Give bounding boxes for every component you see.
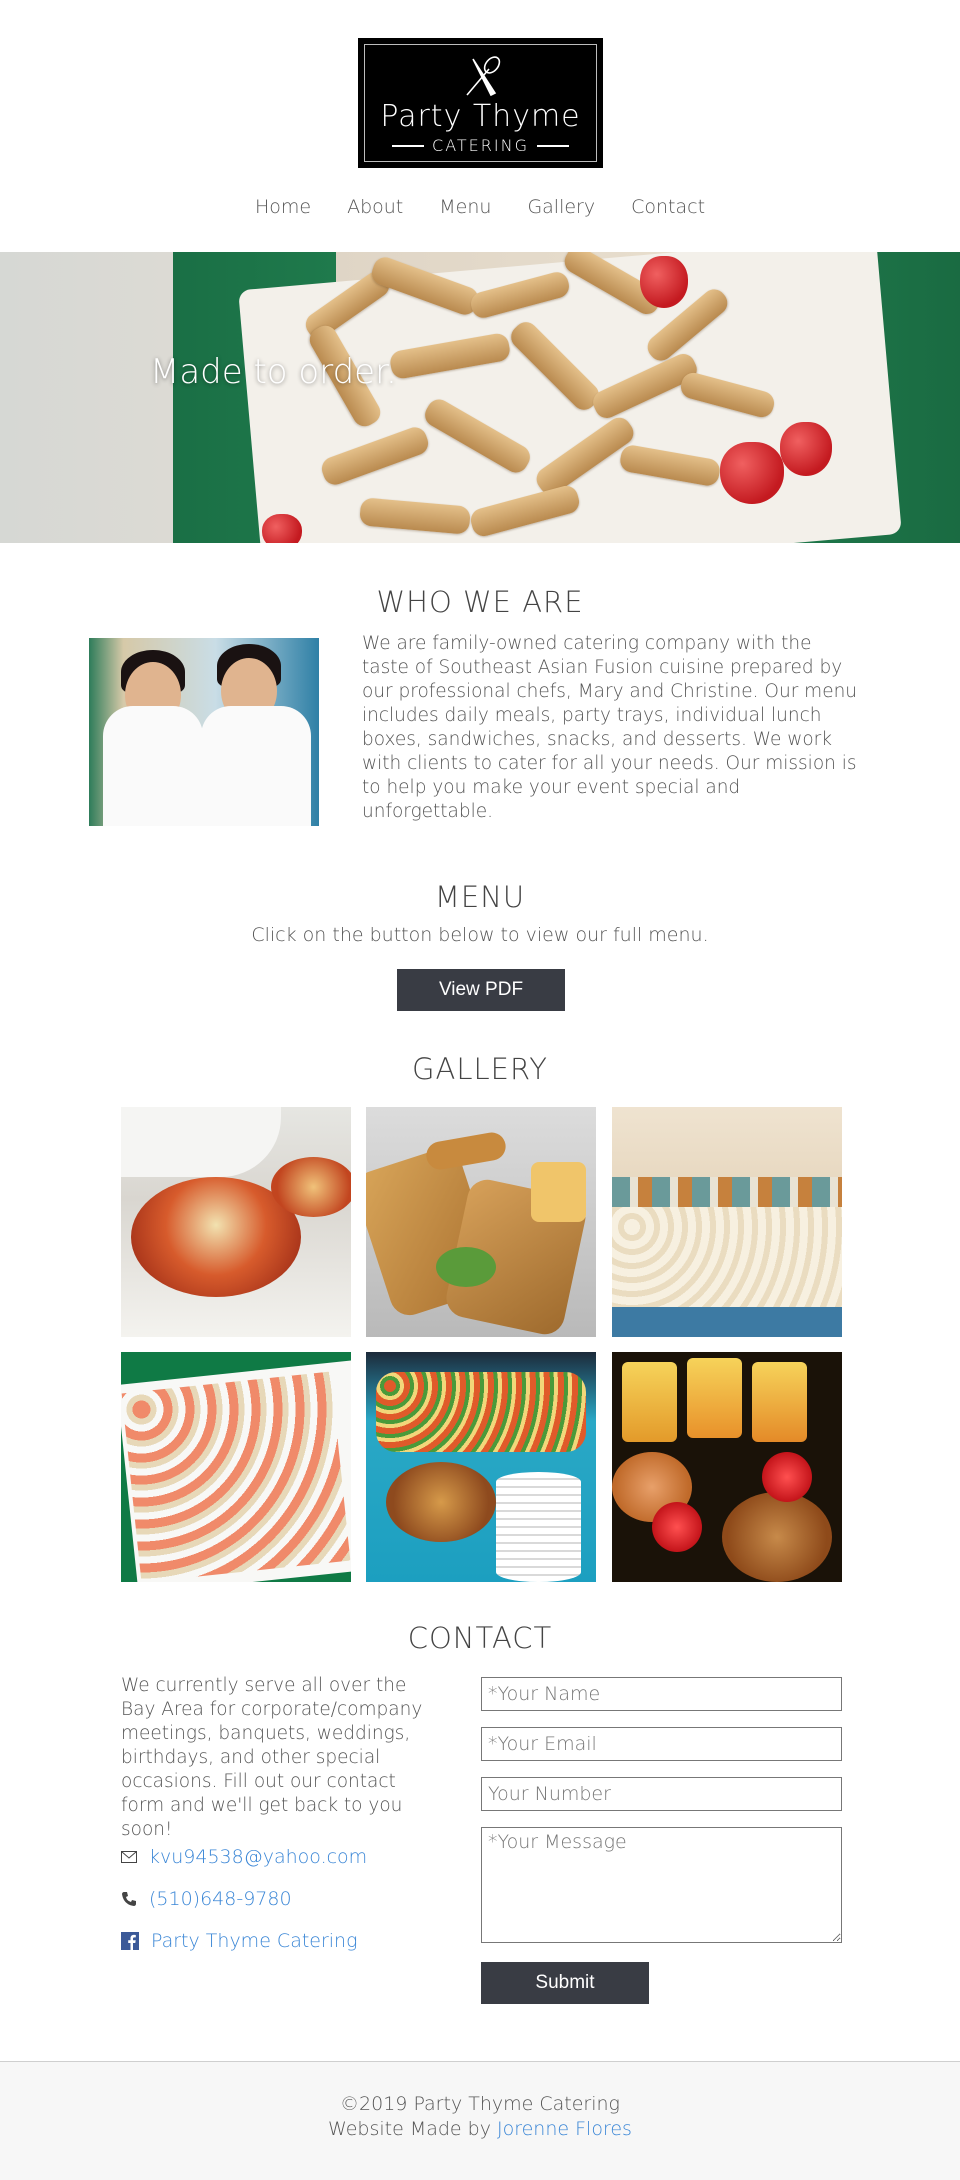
strawberry xyxy=(640,256,688,308)
contact-heading: CONTACT xyxy=(407,1621,553,1655)
menu-subtitle: Click on the button below to view our fu… xyxy=(251,924,709,946)
envelope-icon xyxy=(121,1851,137,1863)
gallery-image-party-spread[interactable] xyxy=(366,1352,596,1582)
view-pdf-button[interactable]: View PDF xyxy=(397,969,565,1011)
chefs-photo xyxy=(89,638,319,826)
gallery-image-sandwich[interactable] xyxy=(366,1107,596,1337)
who-heading: WHO WE ARE xyxy=(376,585,584,619)
message-field[interactable] xyxy=(481,1827,842,1943)
footer-credit: Website Made by Jorenne Flores xyxy=(0,2118,960,2140)
gallery-image-salmon-bites[interactable] xyxy=(121,1352,351,1582)
chef-jacket xyxy=(201,706,311,826)
nav-contact[interactable]: Contact xyxy=(631,196,705,218)
contact-phone-row: (510)648-9780 xyxy=(121,1888,292,1910)
nav-gallery[interactable]: Gallery xyxy=(527,196,595,218)
contact-phone-link[interactable]: (510)648-9780 xyxy=(149,1888,292,1910)
logo-title: Party Thyme xyxy=(380,99,581,134)
facebook-icon xyxy=(121,1932,139,1950)
footer-credit-prefix: Website Made by xyxy=(328,2118,497,2140)
logo-line-left xyxy=(392,144,425,147)
logo-line-right xyxy=(536,144,569,147)
phone-icon xyxy=(122,1892,136,1906)
menu-heading: MENU xyxy=(434,880,526,914)
chef-jacket xyxy=(103,706,203,826)
logo-subtitle: CATERING xyxy=(432,136,529,155)
site-logo[interactable]: Party Thyme CATERING xyxy=(358,38,603,168)
number-field[interactable] xyxy=(481,1777,842,1811)
gallery-heading: GALLERY xyxy=(412,1052,548,1086)
name-field[interactable] xyxy=(481,1677,842,1711)
contact-facebook-link[interactable]: Party Thyme Catering xyxy=(151,1930,358,1952)
contact-body: We currently serve all over the Bay Area… xyxy=(121,1675,423,1840)
gallery-image-desserts[interactable] xyxy=(612,1352,842,1582)
who-body: We are family-owned catering company wit… xyxy=(362,633,858,822)
contact-email-row: kvu94538@yahoo.com xyxy=(121,1846,367,1868)
email-field[interactable] xyxy=(481,1727,842,1761)
strawberry xyxy=(262,514,302,543)
hero-banner: Made to order. xyxy=(0,252,960,543)
contact-facebook-row: Party Thyme Catering xyxy=(121,1930,358,1952)
main-nav: Home About Menu Gallery Contact xyxy=(0,196,960,218)
footer-copyright: ©2019 Party Thyme Catering xyxy=(340,2093,620,2115)
strawberry xyxy=(780,422,832,476)
nav-about[interactable]: About xyxy=(347,196,403,218)
gallery-image-seafood[interactable] xyxy=(121,1107,351,1337)
gallery-image-buffet-table[interactable] xyxy=(612,1107,842,1337)
page: Party Thyme CATERING Home About Menu Gal… xyxy=(0,0,960,2180)
whisk-knife-icon xyxy=(465,56,500,97)
nav-menu[interactable]: Menu xyxy=(439,196,491,218)
author-link[interactable]: Jorenne Flores xyxy=(497,2118,632,2140)
strawberry xyxy=(720,442,784,504)
nav-home[interactable]: Home xyxy=(255,196,311,218)
contact-email-link[interactable]: kvu94538@yahoo.com xyxy=(149,1846,367,1868)
logo-subtitle-row: CATERING xyxy=(365,136,596,155)
logo-frame: Party Thyme CATERING xyxy=(364,44,597,162)
hero-tagline: Made to order. xyxy=(150,352,397,392)
submit-button[interactable]: Submit xyxy=(481,1962,649,2004)
